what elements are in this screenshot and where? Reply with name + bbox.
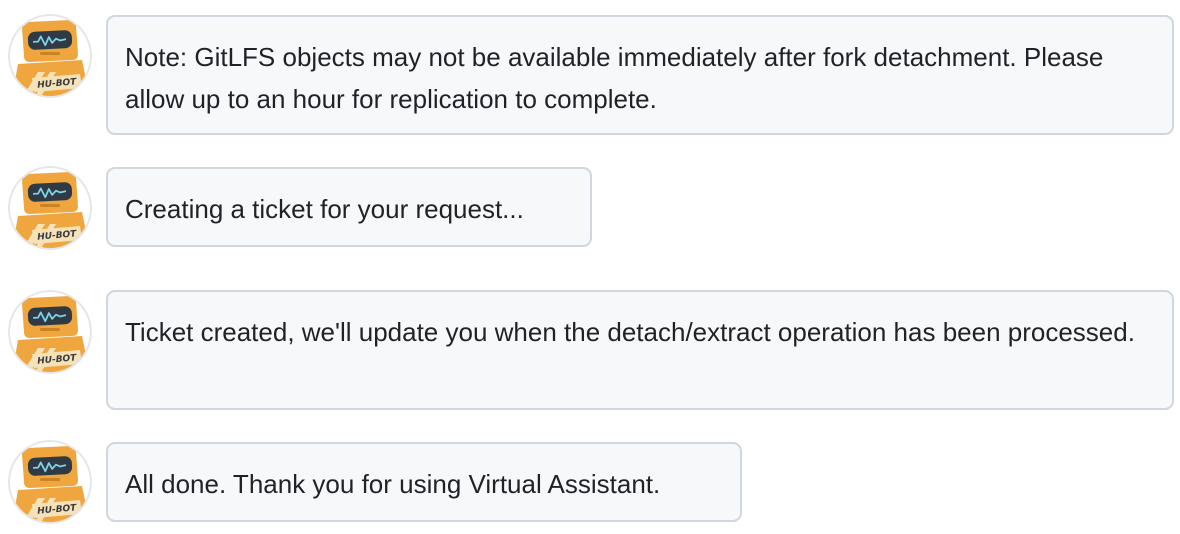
hubot-avatar-icon: HU-BOT: [8, 290, 92, 374]
chat-thread: HU-BOT Note: GitLFS objects may not be a…: [0, 0, 1180, 534]
hubot-avatar-icon: HU-BOT: [8, 14, 92, 98]
message-bubble: Ticket created, we'll update you when th…: [106, 290, 1174, 410]
bot-message: HU-BOT Ticket created, we'll update you …: [0, 290, 1180, 412]
hubot-avatar-icon: HU-BOT: [8, 440, 92, 524]
message-bubble: Note: GitLFS objects may not be availabl…: [106, 15, 1174, 135]
message-bubble: Creating a ticket for your request...: [106, 167, 592, 247]
bot-message: HU-BOT Creating a ticket for your reques…: [0, 166, 1180, 250]
bot-message: HU-BOT Note: GitLFS objects may not be a…: [0, 14, 1180, 136]
hubot-avatar-icon: HU-BOT: [8, 166, 92, 250]
message-bubble: All done. Thank you for using Virtual As…: [106, 442, 742, 522]
bot-message: HU-BOT All done. Thank you for using Vir…: [0, 440, 1180, 524]
